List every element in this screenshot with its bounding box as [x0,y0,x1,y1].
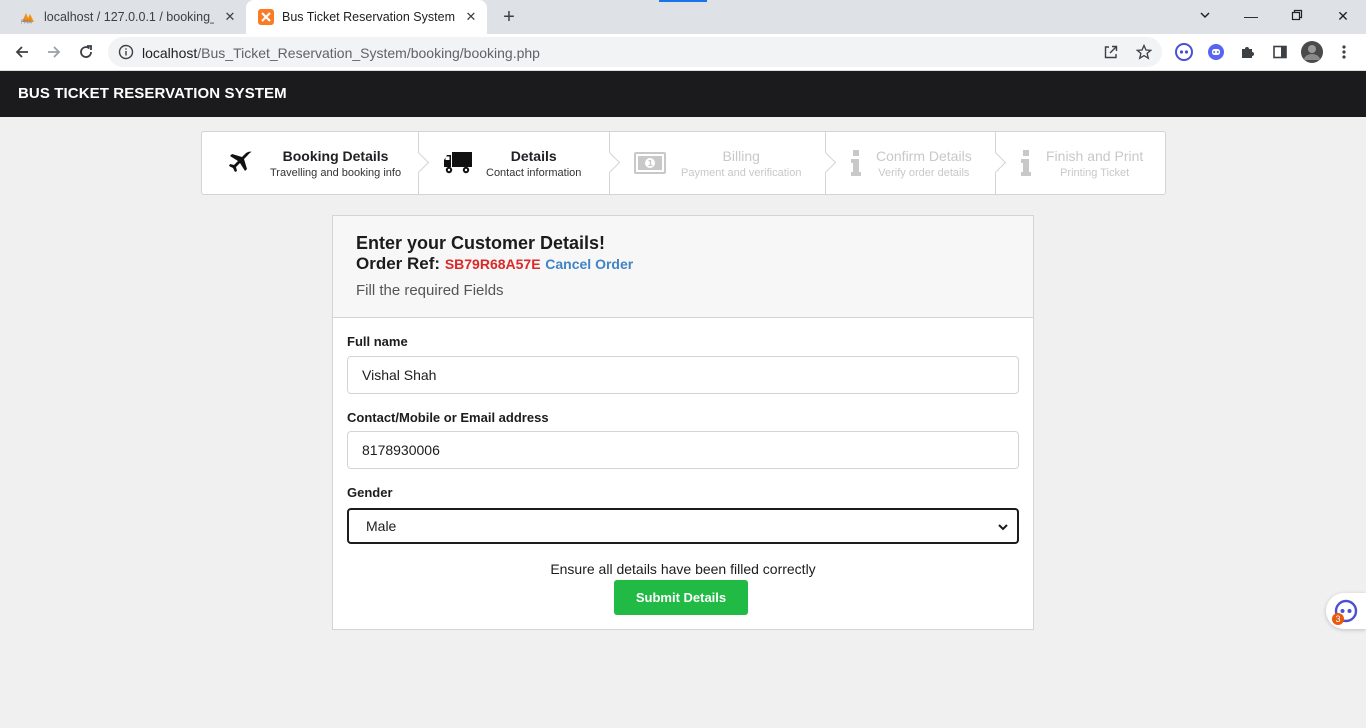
extensions-puzzle-icon[interactable] [1238,42,1258,62]
svg-text:PMA: PMA [21,20,32,25]
chevron-down-icon [997,520,1009,532]
order-ref: Order Ref: SB79R68A57E Cancel Order [356,254,633,274]
forward-icon[interactable] [42,40,66,64]
form-note: Ensure all details have been filled corr… [550,561,816,577]
info-icon [846,146,866,180]
restore-icon[interactable] [1285,4,1309,28]
step-title: Details [510,147,557,164]
close-tab-icon[interactable]: ✕ [222,9,238,25]
step-title: Booking Details [282,147,389,164]
tab-bar-accent [659,0,707,2]
browser-toolbar: localhost/Bus_Ticket_Reservation_System/… [0,34,1366,71]
back-icon[interactable] [10,40,34,64]
close-window-icon[interactable]: ✕ [1331,4,1355,28]
step-title: Finish and Print [1046,147,1144,164]
gender-select[interactable]: Male [347,508,1019,544]
step-divider [995,132,996,194]
step-subtitle: Payment and verification [681,166,802,179]
reload-icon[interactable] [74,40,98,64]
step-text: Billing Payment and verification [681,148,801,179]
bookmark-star-icon[interactable] [1136,44,1152,60]
step-divider [825,132,826,194]
url-path: /Bus_Ticket_Reservation_System/booking/b… [197,45,540,61]
step-title: Confirm Details [876,147,972,164]
site-info-icon[interactable] [118,44,134,60]
step-subtitle: Printing Ticket [1060,166,1130,179]
step-text: Finish and Print Printing Ticket [1046,148,1143,179]
cancel-order-link[interactable]: Cancel Order [545,256,633,272]
tab-phpmyadmin[interactable]: PMA localhost / 127.0.0.1 / booking_d ✕ [12,0,246,34]
form-instruction: Fill the required Fields [356,282,504,299]
step-divider [418,132,419,194]
xampp-icon [258,9,274,25]
step-subtitle: Contact information [486,166,582,179]
gender-label: Gender [347,485,393,500]
step-subtitle: Travelling and booking info [270,166,402,179]
full-name-label: Full name [347,334,408,349]
gender-selected-value: Male [366,518,397,534]
side-panel-icon[interactable] [1270,42,1290,62]
extension-discord-icon[interactable] [1206,42,1226,62]
profile-avatar[interactable] [1301,41,1323,63]
plane-icon [224,146,258,180]
svg-text:1: 1 [648,159,654,168]
step-text: Confirm Details Verify order details [876,148,972,179]
extension-face-icon[interactable] [1174,42,1194,62]
step-title: Billing [722,147,760,164]
address-bar[interactable]: localhost/Bus_Ticket_Reservation_System/… [108,37,1162,67]
minimize-icon[interactable]: — [1239,4,1263,28]
step-booking-details[interactable]: Booking Details Travelling and booking i… [224,132,419,194]
step-text: Booking Details Travelling and booking i… [270,148,401,179]
browser-menu-icon[interactable] [1334,42,1354,62]
browser-tab-bar: PMA localhost / 127.0.0.1 / booking_d ✕ … [0,0,1366,34]
order-ref-label: Order Ref: [356,254,441,273]
order-ref-value: SB79R68A57E [444,256,541,272]
submit-details-button[interactable]: Submit Details [614,580,748,615]
assistant-widget[interactable]: 3 [1326,593,1366,629]
url-host: localhost [142,45,198,61]
form-heading: Enter your Customer Details! [356,233,606,253]
share-icon[interactable] [1103,44,1119,60]
info-icon [1016,146,1036,180]
site-brand[interactable]: BUS TICKET RESERVATION SYSTEM [18,85,287,102]
step-confirm-details: Confirm Details Verify order details [846,132,986,194]
step-details[interactable]: Details Contact information [442,132,608,194]
form-header: Enter your Customer Details! Order Ref: … [333,216,1033,318]
booking-steps: Booking Details Travelling and booking i… [201,131,1166,195]
phpmyadmin-icon: PMA [20,9,36,25]
contact-input[interactable] [347,431,1019,469]
tab-bus-ticket[interactable]: Bus Ticket Reservation System ✕ [246,0,487,34]
tab-title: localhost / 127.0.0.1 / booking_d [44,10,214,24]
money-icon: 1 [633,146,667,180]
contact-label: Contact/Mobile or Email address [347,410,549,425]
step-billing: 1 Billing Payment and verification [633,132,813,194]
step-finish-print: Finish and Print Printing Ticket [1016,132,1156,194]
tab-title: Bus Ticket Reservation System [282,10,455,24]
step-text: Details Contact information [486,148,581,179]
step-divider [609,132,610,194]
close-tab-icon[interactable]: ✕ [463,9,479,25]
url-text: localhost/Bus_Ticket_Reservation_System/… [142,45,540,61]
site-header: BUS TICKET RESERVATION SYSTEM [0,71,1366,117]
new-tab-icon[interactable]: + [498,6,520,28]
step-subtitle: Verify order details [878,166,970,179]
notification-badge: 3 [1332,613,1344,625]
full-name-input[interactable] [347,356,1019,394]
customer-details-form: Enter your Customer Details! Order Ref: … [332,215,1034,630]
tab-search-icon[interactable] [1193,4,1217,28]
truck-icon [442,146,474,180]
